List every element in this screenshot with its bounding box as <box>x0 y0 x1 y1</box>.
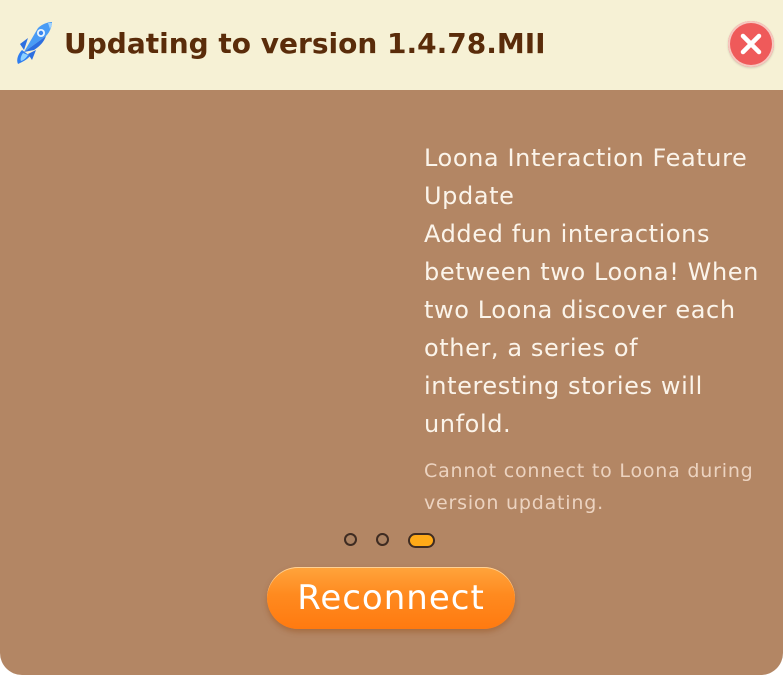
page-dot-2[interactable] <box>376 533 389 546</box>
close-button[interactable] <box>728 21 774 67</box>
feature-illustration-area <box>0 90 410 520</box>
dialog-title: Updating to version 1.4.78.MII <box>64 27 546 60</box>
page-dot-1[interactable] <box>344 533 357 546</box>
rocket-icon <box>8 20 54 68</box>
reconnect-button[interactable]: Reconnect <box>267 567 515 629</box>
close-icon <box>740 33 762 55</box>
update-notes: Loona Interaction Feature Update Added f… <box>424 139 776 519</box>
feature-description: Added fun interactions between two Loona… <box>424 220 759 438</box>
update-dialog: Updating to version 1.4.78.MII Loona Int… <box>0 0 783 675</box>
dialog-header: Updating to version 1.4.78.MII <box>0 0 783 90</box>
connection-notice: Cannot connect to Loona during version u… <box>424 460 754 514</box>
feature-title: Loona Interaction Feature Update <box>424 144 748 210</box>
page-dot-3-active[interactable] <box>408 533 435 548</box>
